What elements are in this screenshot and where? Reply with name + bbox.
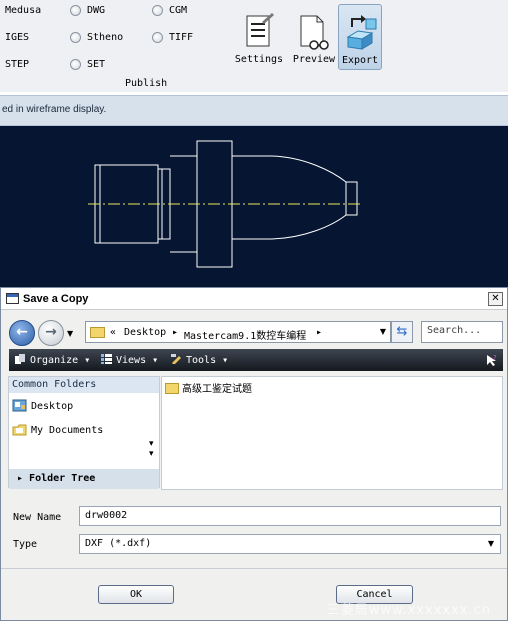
- format-label: Medusa: [5, 5, 42, 16]
- export-icon: [346, 15, 377, 50]
- type-value: DXF (*.dxf): [85, 538, 152, 549]
- collapse-chevron-icon[interactable]: ▾ ▾: [149, 439, 154, 459]
- desktop-icon: [12, 399, 27, 412]
- address-bar[interactable]: « Desktop ▸ Mastercam9.1数控车编程 ▸ ▼: [85, 321, 391, 343]
- tools-menu[interactable]: Tools ▾: [171, 354, 228, 366]
- folder-tree-label: Folder Tree: [29, 473, 96, 484]
- format-tiff[interactable]: TIFF: [152, 32, 193, 43]
- refresh-button[interactable]: ⇆: [391, 321, 413, 343]
- file-name: 高级工鉴定试题: [182, 384, 252, 395]
- place-label: My Documents: [31, 425, 104, 436]
- type-select[interactable]: DXF (*.dxf) ▼: [79, 534, 501, 554]
- format-label: SET: [87, 59, 106, 70]
- format-medusa[interactable]: Medusa: [5, 5, 41, 16]
- address-dropdown-icon[interactable]: ▼: [380, 327, 386, 336]
- radio-icon: [70, 32, 81, 43]
- preview-icon: [300, 15, 329, 50]
- organize-menu[interactable]: Organize ▾: [15, 354, 90, 366]
- format-dwg[interactable]: DWG: [70, 5, 105, 16]
- new-name-value: drw0002: [85, 510, 128, 521]
- format-label: STEP: [5, 59, 30, 70]
- format-label: CGM: [169, 5, 188, 16]
- format-label: DWG: [87, 5, 106, 16]
- format-set[interactable]: SET: [70, 59, 105, 70]
- list-item[interactable]: 高级工鉴定试题: [165, 380, 252, 395]
- watermark: 三菱局www.xxxxxxx.cn: [326, 603, 491, 618]
- navigation-pane: Common Folders Desktop My Documents ▾ ▾ ▸…: [8, 376, 160, 489]
- format-stheno[interactable]: Stheno: [70, 32, 123, 43]
- organize-icon: [15, 354, 25, 364]
- refresh-icon: ⇆: [396, 324, 408, 339]
- graphics-viewport[interactable]: [0, 126, 508, 287]
- breadcrumb-separator[interactable]: ▸: [316, 327, 322, 338]
- dialog-title: Save a Copy: [23, 293, 89, 305]
- settings-button[interactable]: Settings: [234, 4, 284, 70]
- new-name-field[interactable]: drw0002: [79, 506, 501, 526]
- folder-tree-toggle[interactable]: ▸ Folder Tree: [9, 469, 159, 489]
- radio-icon: [70, 59, 81, 70]
- breadcrumb-desktop[interactable]: Desktop: [124, 327, 166, 338]
- history-dropdown[interactable]: ▼: [67, 329, 73, 338]
- message-bar: ed in wireframe display.: [0, 95, 508, 126]
- format-step[interactable]: STEP: [5, 59, 29, 70]
- settings-label: Settings: [234, 54, 284, 65]
- breadcrumb-folder[interactable]: Mastercam9.1数控车编程: [184, 327, 306, 342]
- forward-button[interactable]: →: [38, 320, 64, 346]
- format-cgm[interactable]: CGM: [152, 5, 187, 16]
- organize-label: Organize: [30, 355, 79, 366]
- back-button[interactable]: ←: [9, 320, 35, 346]
- place-label: Desktop: [31, 401, 74, 412]
- place-my-documents[interactable]: My Documents: [12, 423, 103, 436]
- expand-arrow-icon: ▸: [17, 473, 30, 484]
- radio-icon: [152, 32, 163, 43]
- place-desktop[interactable]: Desktop: [12, 399, 73, 412]
- dialog-titlebar[interactable]: Save a Copy ✕: [1, 288, 507, 310]
- new-name-label: New Name: [13, 512, 62, 523]
- forward-arrow-icon: →: [45, 324, 57, 340]
- type-label: Type: [13, 539, 38, 550]
- folder-icon: [165, 383, 179, 394]
- help-icon[interactable]: ?: [485, 353, 499, 367]
- divider: [1, 568, 507, 569]
- radio-icon: [70, 5, 81, 16]
- views-menu[interactable]: Views ▾: [101, 354, 158, 366]
- ok-button[interactable]: OK: [98, 585, 174, 604]
- format-label: IGES: [5, 32, 30, 43]
- save-a-copy-dialog: Save a Copy ✕ ← → ▼ « Desktop ▸ Masterca…: [0, 287, 508, 621]
- back-arrow-icon: ←: [16, 324, 28, 340]
- chevron-down-icon: ▼: [487, 539, 494, 548]
- radio-icon: [152, 5, 163, 16]
- tools-icon: [171, 354, 181, 364]
- export-label: Export: [341, 55, 379, 66]
- close-button[interactable]: ✕: [488, 292, 503, 306]
- views-label: Views: [116, 355, 147, 366]
- export-button[interactable]: Export: [338, 4, 382, 70]
- breadcrumb-overflow[interactable]: «: [110, 327, 116, 338]
- search-input[interactable]: Search...: [421, 321, 503, 343]
- command-bar: Organize ▾ Views ▾ Tools ▾ ?: [9, 349, 503, 371]
- status-message: ed in wireframe display.: [2, 104, 107, 115]
- part-wireframe: [88, 140, 362, 268]
- folder-icon: [90, 327, 105, 338]
- tools-label: Tools: [186, 355, 217, 366]
- settings-icon: [246, 13, 274, 47]
- file-list: 高级工鉴定试题: [161, 376, 503, 490]
- format-label: TIFF: [169, 32, 194, 43]
- breadcrumb-separator[interactable]: ▸: [172, 327, 178, 338]
- common-folders-label: Common Folders: [9, 377, 159, 393]
- ribbon-publish-group: Medusa IGES STEP DWG Stheno SET CGM TIFF…: [0, 0, 508, 92]
- format-label: Stheno: [87, 32, 124, 43]
- preview-label: Preview: [292, 54, 336, 65]
- preview-button[interactable]: Preview: [289, 4, 339, 70]
- publish-group-label: Publish: [125, 78, 168, 89]
- window-icon: [6, 293, 19, 304]
- views-icon: [101, 354, 112, 364]
- my-documents-icon: [12, 424, 27, 436]
- svg-text:?: ?: [493, 354, 497, 362]
- format-iges[interactable]: IGES: [5, 32, 29, 43]
- search-placeholder: Search...: [427, 325, 482, 336]
